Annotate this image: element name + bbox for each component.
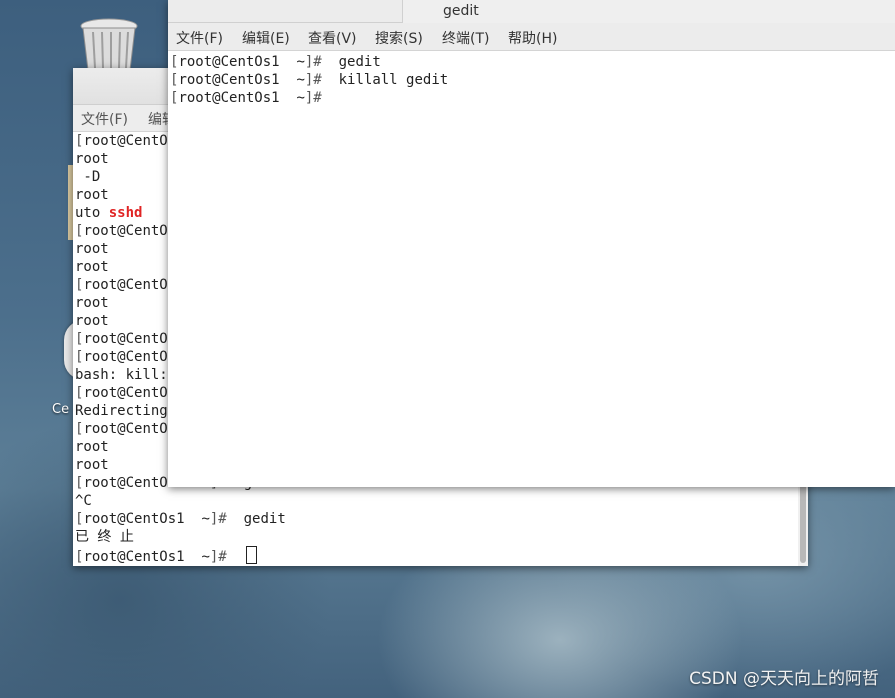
- terminal-line: [root@CentO: [75, 222, 168, 240]
- bracket: ]#: [304, 90, 331, 106]
- line-text: -D: [75, 169, 101, 185]
- line-text: gedit: [330, 54, 381, 70]
- terminal-window-front[interactable]: gedit 文件(F) 编辑(E) 查看(V) 搜索(S) 终端(T) 帮助(H…: [168, 0, 895, 487]
- terminal-output[interactable]: [root@CentOs1 ~]# gedit [root@CentOs1 ~]#…: [170, 53, 895, 487]
- terminal-line: [root@CentO: [75, 384, 168, 402]
- scrollbar-thumb[interactable]: [800, 481, 806, 563]
- watermark: CSDN @天天向上的阿哲: [689, 669, 879, 689]
- menu-help[interactable]: 帮助(H): [508, 28, 557, 48]
- bracket: ]#: [304, 72, 331, 88]
- line-text: ^C: [75, 493, 92, 509]
- terminal-line: [root@CentO: [75, 132, 168, 150]
- terminal-line: ^C: [75, 492, 92, 510]
- menu-file[interactable]: 文件(F): [81, 109, 128, 129]
- line-text: root: [75, 457, 109, 473]
- menu-edit[interactable]: 编辑(E): [242, 28, 290, 48]
- desktop-icon-label: Ce: [52, 402, 70, 417]
- line-text: root: [75, 313, 109, 329]
- terminal-line: root: [75, 294, 109, 312]
- line-text: 已 终 止: [75, 529, 134, 545]
- line-text: Redirecting: [75, 403, 168, 419]
- terminal-line: -D: [75, 168, 100, 186]
- terminal-line: root: [75, 240, 109, 258]
- menu-terminal[interactable]: 终端(T): [442, 28, 489, 48]
- terminal-line: [root@CentOs1 ~]# gedit: [75, 510, 286, 528]
- menu-view[interactable]: 查看(V): [308, 28, 357, 48]
- window-title: gedit: [443, 3, 479, 19]
- prompt: root@CentO: [83, 223, 168, 239]
- prompt: root@CentO: [83, 349, 168, 365]
- menu-bar: 文件(F) 编辑(E) 查看(V) 搜索(S) 终端(T) 帮助(H): [168, 23, 895, 51]
- terminal-line: root: [75, 186, 109, 204]
- line-text: root: [75, 151, 109, 167]
- bracket: ]#: [209, 549, 236, 565]
- line-text: root: [75, 439, 109, 455]
- prompt: root@CentO: [83, 385, 168, 401]
- terminal-line: uto sshd: [75, 204, 142, 222]
- terminal-line: root: [75, 150, 109, 168]
- terminal-line: 已 终 止: [75, 528, 134, 546]
- terminal-line: root: [75, 258, 109, 276]
- line-text: uto: [75, 205, 109, 221]
- line-text: gedit: [235, 511, 286, 527]
- terminal-line: [root@CentO: [75, 276, 168, 294]
- line-text: root: [75, 259, 109, 275]
- terminal-line: root: [75, 312, 109, 330]
- line-text: killall gedit: [330, 72, 449, 88]
- prompt: root@CentO: [83, 331, 168, 347]
- prompt: root@CentOs1 ~: [83, 549, 210, 565]
- menu-file[interactable]: 文件(F): [176, 28, 223, 48]
- line-text: root: [75, 295, 109, 311]
- trash-icon[interactable]: [78, 18, 140, 70]
- terminal-line: root: [75, 438, 109, 456]
- text-cursor: [245, 546, 257, 564]
- terminal-line: bash: kill:: [75, 366, 168, 384]
- menu-search[interactable]: 搜索(S): [375, 28, 423, 48]
- prompt: root@CentO: [83, 421, 168, 437]
- prompt: root@CentOs1 ~: [178, 72, 305, 88]
- terminal-line: [root@CentOs1 ~]#: [170, 89, 330, 107]
- terminal-line: [root@CentOs1 ~]#: [75, 546, 257, 565]
- bracket: ]#: [209, 511, 236, 527]
- terminal-line: [root@CentO: [75, 330, 168, 348]
- line-text: [235, 549, 243, 565]
- terminal-line: Redirecting: [75, 402, 168, 420]
- prompt: root@CentO: [83, 133, 168, 149]
- line-text: root: [75, 241, 109, 257]
- prompt: root@CentOs1 ~: [178, 54, 305, 70]
- line-text: root: [75, 187, 109, 203]
- terminal-line: [root@CentO: [75, 420, 168, 438]
- highlighted-text: sshd: [108, 205, 143, 221]
- prompt: root@CentO: [83, 277, 168, 293]
- prompt: root@CentOs1 ~: [178, 90, 305, 106]
- terminal-line: [root@CentOs1 ~]# gedit: [170, 53, 381, 71]
- terminal-line: [root@CentOs1 ~]# killall gedit: [170, 71, 448, 89]
- terminal-line: root: [75, 456, 109, 474]
- terminal-line: [root@CentO: [75, 348, 168, 366]
- line-text: bash: kill:: [75, 367, 168, 383]
- prompt: root@CentOs1 ~: [83, 511, 210, 527]
- bracket: ]#: [304, 54, 331, 70]
